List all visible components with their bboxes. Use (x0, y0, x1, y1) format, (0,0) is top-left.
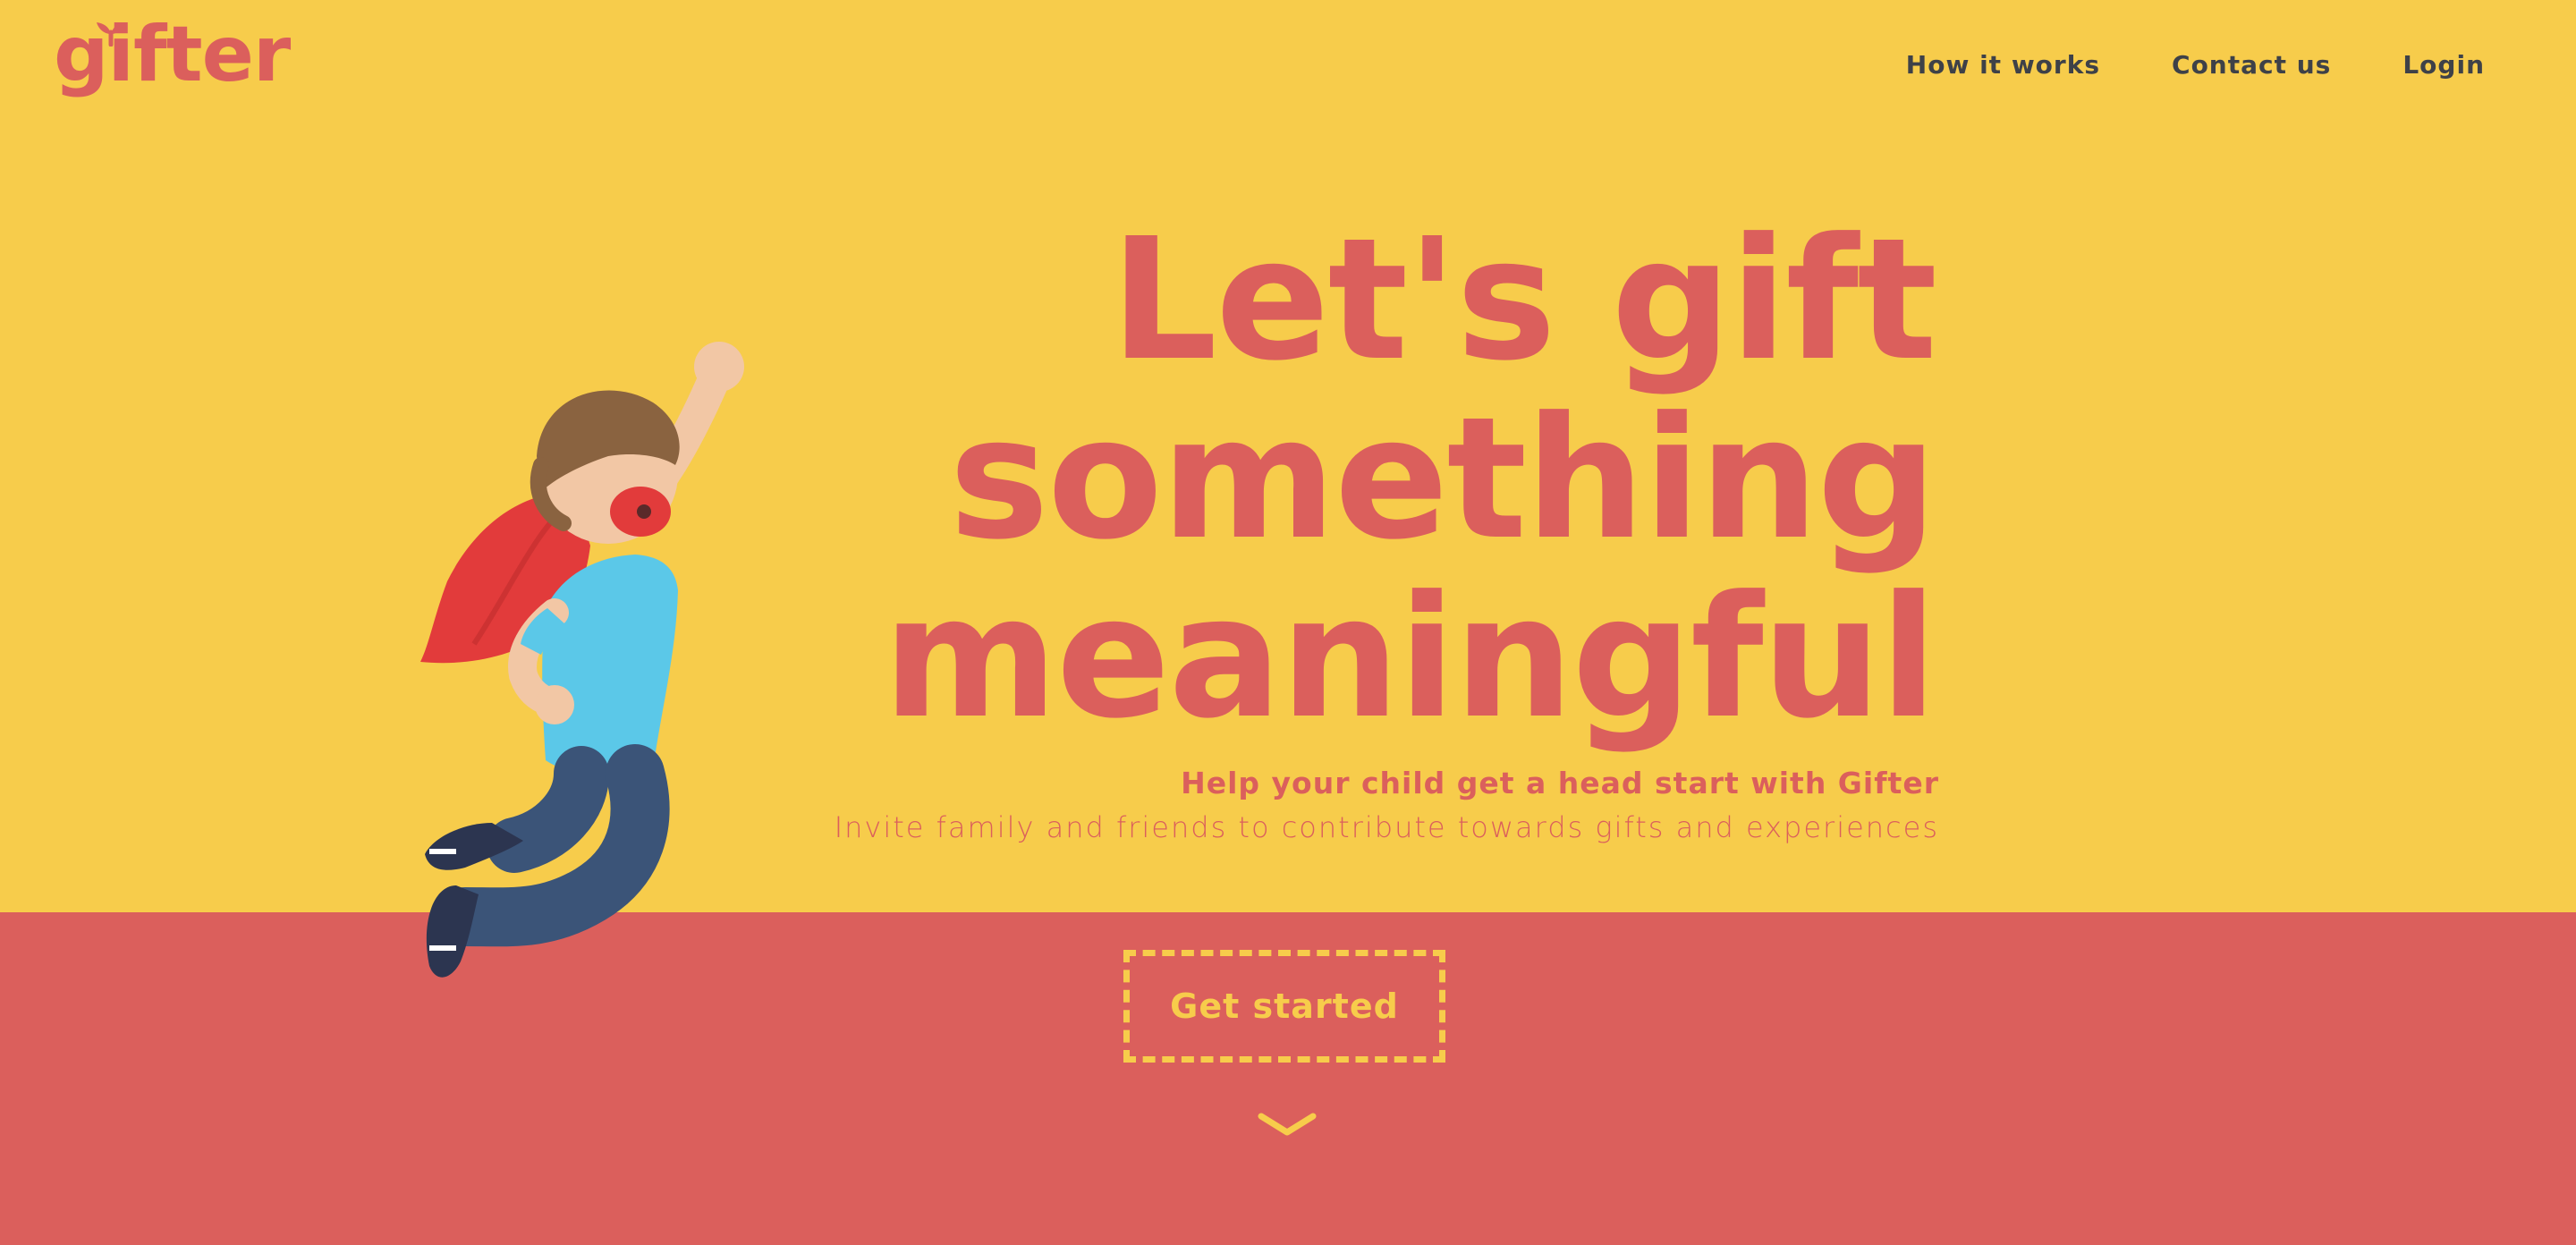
get-started-button[interactable]: Get started (1123, 950, 1445, 1063)
nav-how-it-works[interactable]: How it works (1906, 50, 2100, 80)
gifter-logo[interactable]: gifter (54, 16, 291, 93)
hero-subtext: Invite family and friends to contribute … (834, 810, 1939, 844)
chevron-down-icon[interactable] (1258, 1111, 1317, 1138)
get-started-label: Get started (1170, 987, 1399, 1026)
nav-contact-us[interactable]: Contact us (2172, 50, 2331, 80)
headline-line-1: Let's gift (1110, 202, 1937, 398)
hero-headline: Let's gift something meaningful (882, 202, 1937, 756)
top-nav: How it works Contact us Login (1906, 50, 2485, 80)
nav-login[interactable]: Login (2402, 50, 2485, 80)
headline-line-3: meaningful (882, 560, 1937, 756)
headline-line-2: something (948, 381, 1937, 577)
sprout-icon (97, 22, 125, 47)
logo-text: gifter (54, 10, 291, 99)
hero-subhead: Help your child get a head start with Gi… (1181, 766, 1939, 800)
